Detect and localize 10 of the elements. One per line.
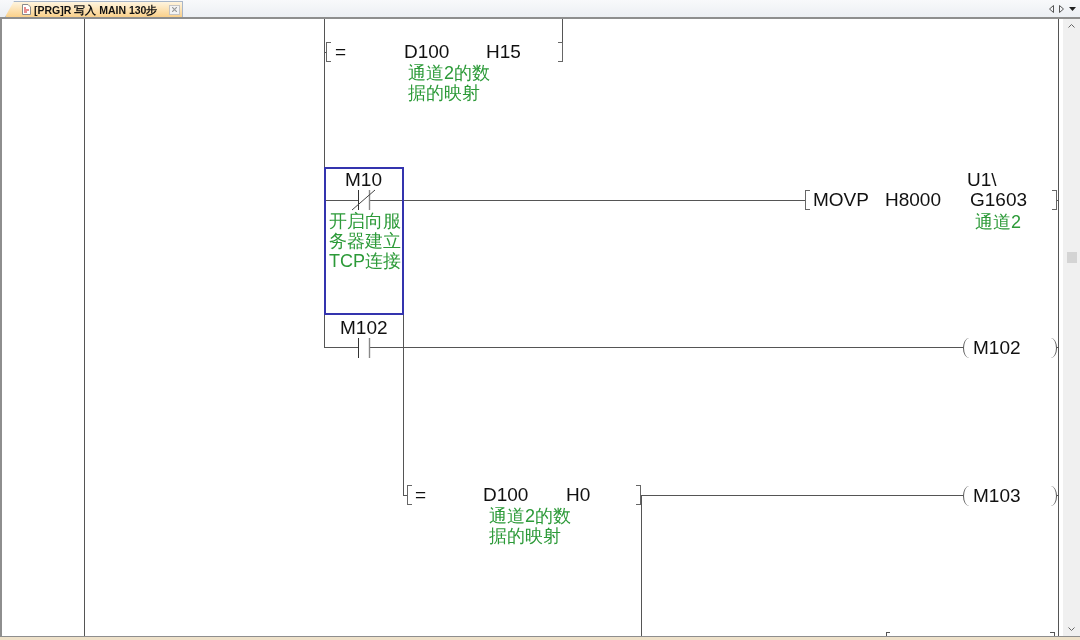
scroll-thumb[interactable] — [1066, 252, 1077, 263]
close-icon — [172, 7, 177, 12]
scroll-down-icon[interactable] — [1068, 627, 1075, 631]
vertical-scrollbar[interactable] — [1063, 19, 1080, 636]
scroll-up-icon[interactable] — [1068, 24, 1075, 28]
document-icon — [22, 4, 31, 15]
left-arrow-icon[interactable] — [1049, 4, 1054, 13]
editor-tab[interactable]: [PRG]R 写入 MAIN 130步 — [5, 1, 183, 17]
dropdown-arrow-icon[interactable] — [1069, 6, 1076, 11]
right-arrow-icon[interactable] — [1059, 4, 1064, 13]
